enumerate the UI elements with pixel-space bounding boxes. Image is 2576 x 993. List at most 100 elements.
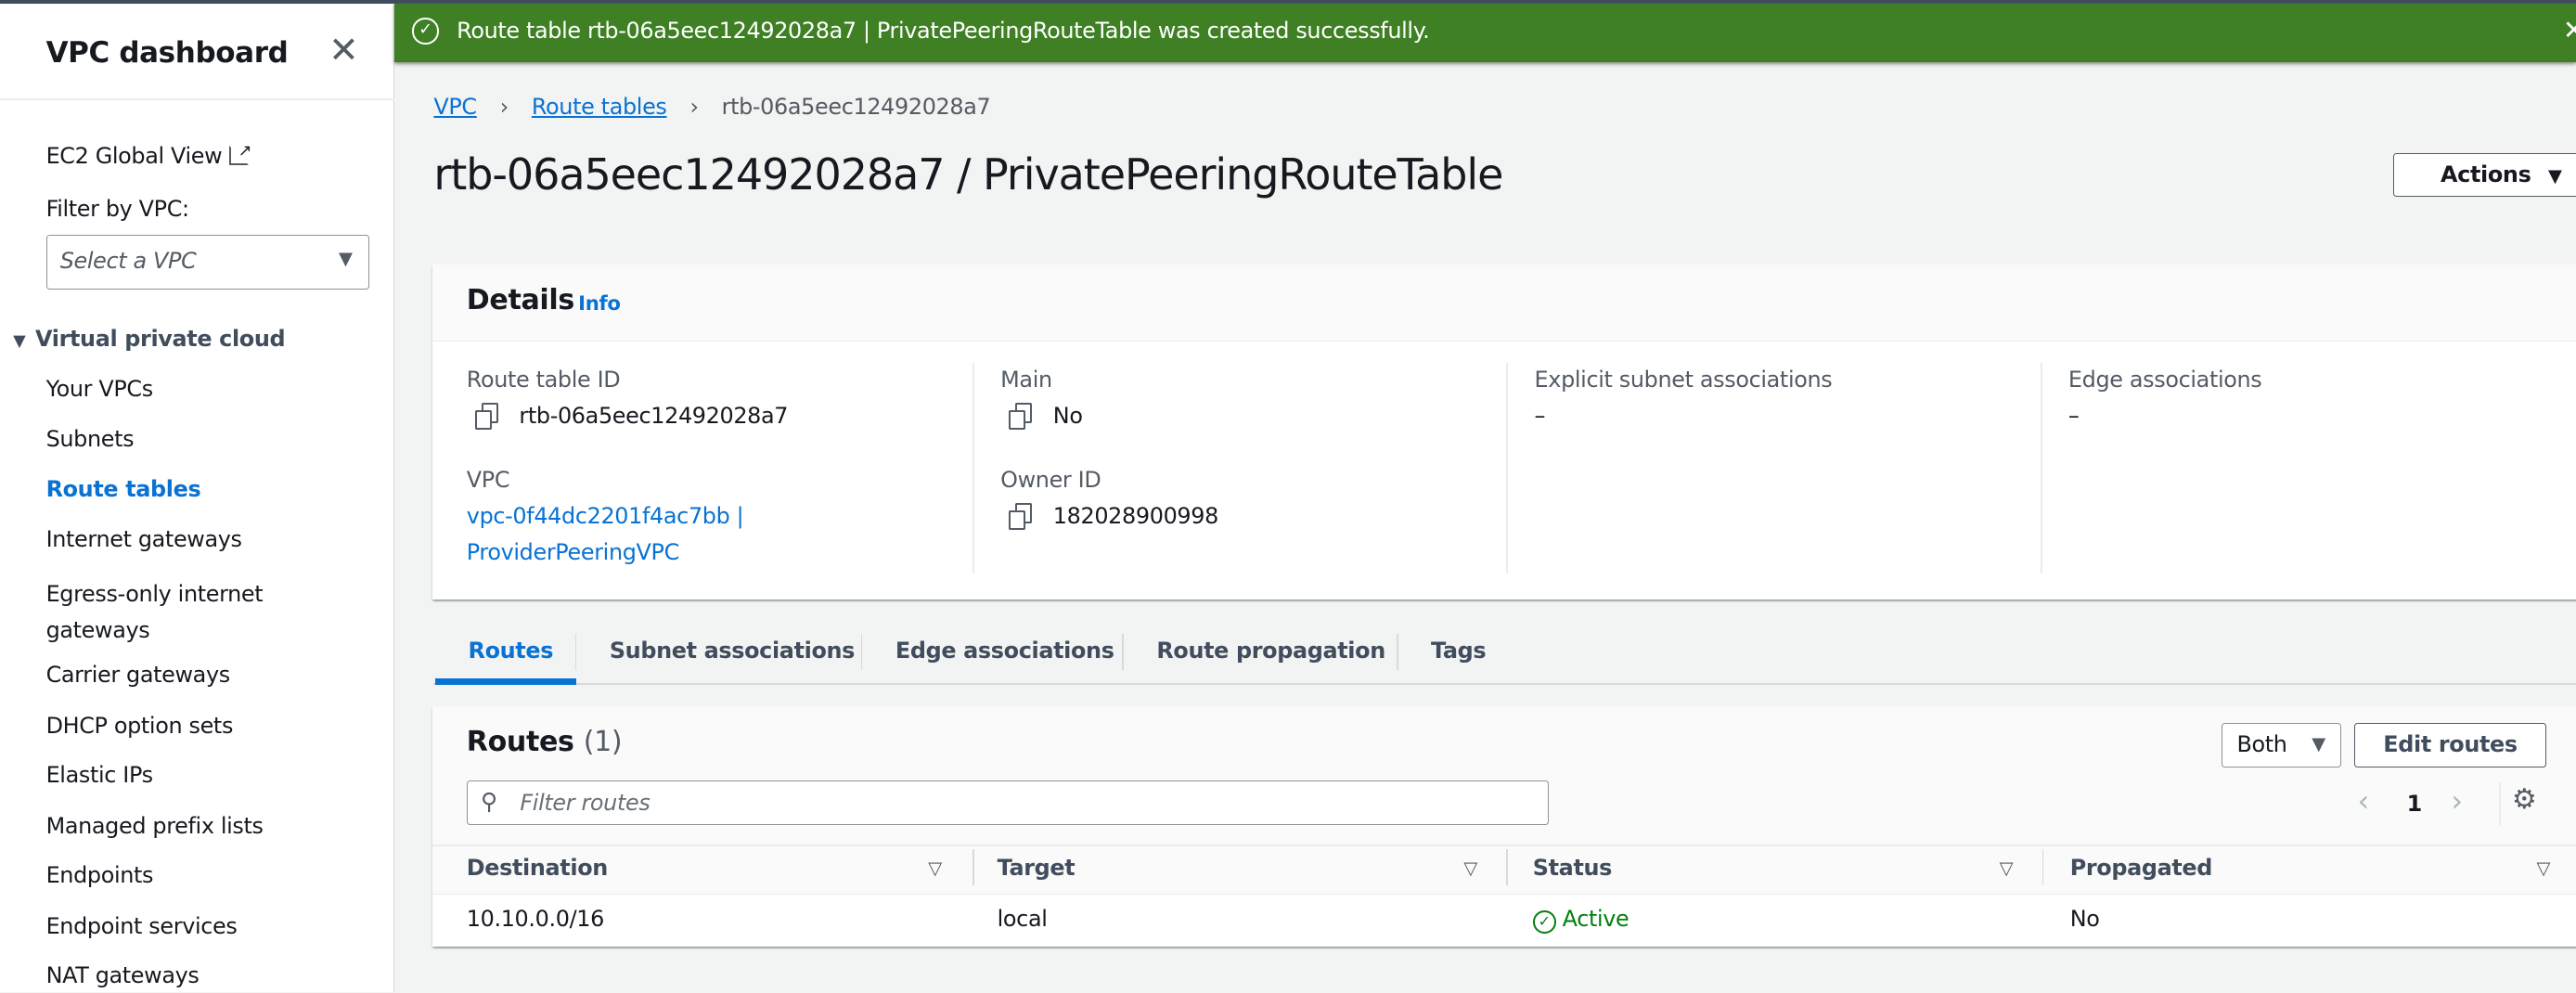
dismiss-icon[interactable]: ✕ [2563, 15, 2576, 45]
cell-status: ✓ Active [1532, 906, 1629, 935]
route-table-id-text: rtb-06a5eec12492028a7 [519, 402, 789, 429]
owner-id-text: 182028900998 [1052, 502, 1219, 529]
caret-down-icon: ▼ [13, 331, 26, 351]
tab-route-propagation[interactable]: Route propagation [1156, 638, 1385, 664]
tabs-divider [433, 683, 2576, 686]
copy-icon[interactable] [474, 403, 498, 431]
sidebar-item-egress-only-internet-gateways[interactable]: Egress-only internet gateways [46, 576, 293, 649]
sidebar-item-carrier-gateways[interactable]: Carrier gateways [46, 662, 231, 688]
column-header-target[interactable]: Target [998, 855, 1075, 881]
divider [0, 98, 394, 100]
sidebar-item-endpoint-services[interactable]: Endpoint services [46, 913, 238, 939]
status-active-icon: ✓ [1532, 910, 1556, 935]
route-filter-select[interactable]: Both ▼ [2221, 722, 2341, 767]
main-label: Main [1000, 366, 1052, 393]
filter-routes-placeholder: Filter routes [520, 789, 650, 816]
table-divider [431, 844, 2576, 846]
table-row: 10.10.0.0/16 local ✓ Active No [431, 894, 2576, 947]
success-check-icon: ✓ [412, 18, 439, 45]
status-text: Active [1562, 906, 1629, 933]
ec2-global-view-link[interactable]: EC2 Global View ↗ [45, 142, 252, 169]
next-page-icon[interactable]: › [2451, 783, 2463, 819]
cell-target: local [997, 906, 1048, 933]
explicit-subnet-associations-label: Explicit subnet associations [1534, 366, 1833, 393]
success-flash-bar: ✓ Route table rtb-06a5eec12492028a7 | Pr… [393, 3, 2576, 63]
routes-card: Routes (1) Both ▼ Edit routes ⚲ Filter ro… [431, 706, 2576, 947]
flash-message: Route table rtb-06a5eec12492028a7 | Priv… [457, 18, 1430, 45]
sidebar: VPC dashboard ✕ EC2 Global View ↗ Filter… [0, 3, 394, 993]
routes-count: (1) [583, 726, 623, 759]
copy-icon[interactable] [1009, 403, 1033, 431]
sort-icon[interactable]: ▽ [928, 858, 942, 879]
route-table-id-value: rtb-06a5eec12492028a7 [474, 402, 789, 431]
sidebar-item-internet-gateways[interactable]: Internet gateways [46, 526, 242, 552]
column-separator [1506, 849, 1509, 886]
filter-routes-input[interactable]: ⚲ Filter routes [466, 780, 1550, 825]
sidebar-item-subnets[interactable]: Subnets [46, 426, 135, 452]
owner-id-label: Owner ID [1000, 466, 1101, 493]
tab-separator [574, 634, 577, 671]
vpc-route-table-page: VPC dashboard ✕ EC2 Global View ↗ Filter… [0, 0, 2576, 993]
cell-destination: 10.10.0.0/16 [466, 906, 605, 933]
vpc-link-line1[interactable]: vpc-0f44dc2201f4ac7bb | [467, 503, 744, 529]
copy-icon[interactable] [1009, 503, 1033, 531]
breadcrumb-route-tables[interactable]: Route tables [532, 94, 667, 120]
settings-gear-icon[interactable]: ⚙ [2512, 783, 2537, 816]
filter-by-vpc-label: Filter by VPC: [45, 195, 190, 222]
routes-title-text: Routes [466, 726, 574, 759]
column-header-destination[interactable]: Destination [467, 855, 608, 881]
details-card: Details Info Route table ID rtb-06a5eec1… [431, 264, 2576, 600]
close-icon[interactable]: ✕ [328, 30, 359, 71]
tab-edge-associations[interactable]: Edge associations [895, 638, 1114, 664]
sidebar-item-dhcp-option-sets[interactable]: DHCP option sets [46, 713, 234, 739]
sidebar-title: VPC dashboard [45, 35, 289, 70]
edit-routes-button[interactable]: Edit routes [2353, 722, 2547, 767]
sidebar-item-your-vpcs[interactable]: Your VPCs [46, 376, 154, 402]
search-icon: ⚲ [480, 787, 497, 815]
section-virtual-private-cloud[interactable]: ▼ Virtual private cloud [13, 326, 285, 352]
previous-page-icon[interactable]: ‹ [2358, 783, 2370, 819]
column-header-status[interactable]: Status [1533, 855, 1613, 881]
section-label: Virtual private cloud [35, 325, 286, 352]
route-filter-value: Both [2236, 730, 2287, 757]
tab-separator [1122, 634, 1124, 671]
sort-icon[interactable]: ▽ [2536, 858, 2550, 879]
sort-icon[interactable]: ▽ [2000, 858, 2014, 879]
route-table-id-label: Route table ID [466, 366, 621, 393]
sort-icon[interactable]: ▽ [1463, 858, 1477, 879]
sidebar-item-endpoints[interactable]: Endpoints [46, 862, 154, 888]
sidebar-item-elastic-ips[interactable]: Elastic IPs [46, 762, 153, 788]
active-tab-indicator [435, 678, 577, 686]
sidebar-item-managed-prefix-lists[interactable]: Managed prefix lists [46, 813, 264, 839]
explicit-subnet-associations-value: – [1534, 402, 1546, 429]
vpc-filter-select[interactable]: Select a VPC ▼ [45, 235, 370, 290]
breadcrumb: VPC › Route tables › rtb-06a5eec12492028… [433, 94, 990, 120]
tab-tags[interactable]: Tags [1431, 638, 1487, 664]
column-separator [972, 363, 974, 574]
tab-subnet-associations[interactable]: Subnet associations [610, 638, 856, 664]
actions-label: Actions [2441, 161, 2531, 187]
caret-down-icon: ▼ [2312, 732, 2325, 754]
sidebar-item-route-tables[interactable]: Route tables [46, 476, 201, 502]
info-link[interactable]: Info [578, 292, 621, 316]
breadcrumb-vpc[interactable]: VPC [433, 94, 477, 120]
breadcrumb-current: rtb-06a5eec12492028a7 [721, 93, 991, 120]
column-separator [972, 849, 974, 886]
external-link-icon: ↗ [228, 142, 251, 165]
tab-routes[interactable]: Routes [469, 638, 554, 664]
sidebar-item-nat-gateways[interactable]: NAT gateways [46, 962, 200, 988]
ec2-global-view-label: EC2 Global View [45, 143, 223, 169]
page-number[interactable]: 1 [2407, 791, 2423, 817]
edge-associations-label: Edge associations [2067, 366, 2262, 393]
vpc-link-line2[interactable]: ProviderPeeringVPC [467, 539, 679, 565]
details-title: Details [466, 284, 574, 317]
main-text: No [1052, 402, 1083, 429]
column-separator [2041, 849, 2044, 886]
column-header-propagated[interactable]: Propagated [2070, 855, 2213, 881]
edge-associations-value: – [2067, 402, 2080, 429]
column-separator [2040, 363, 2042, 574]
vpc-label: VPC [466, 466, 510, 493]
main-content: VPC › Route tables › rtb-06a5eec12492028… [394, 62, 2576, 992]
column-separator [1506, 363, 1509, 574]
actions-button[interactable]: Actions ▼ [2393, 152, 2576, 198]
